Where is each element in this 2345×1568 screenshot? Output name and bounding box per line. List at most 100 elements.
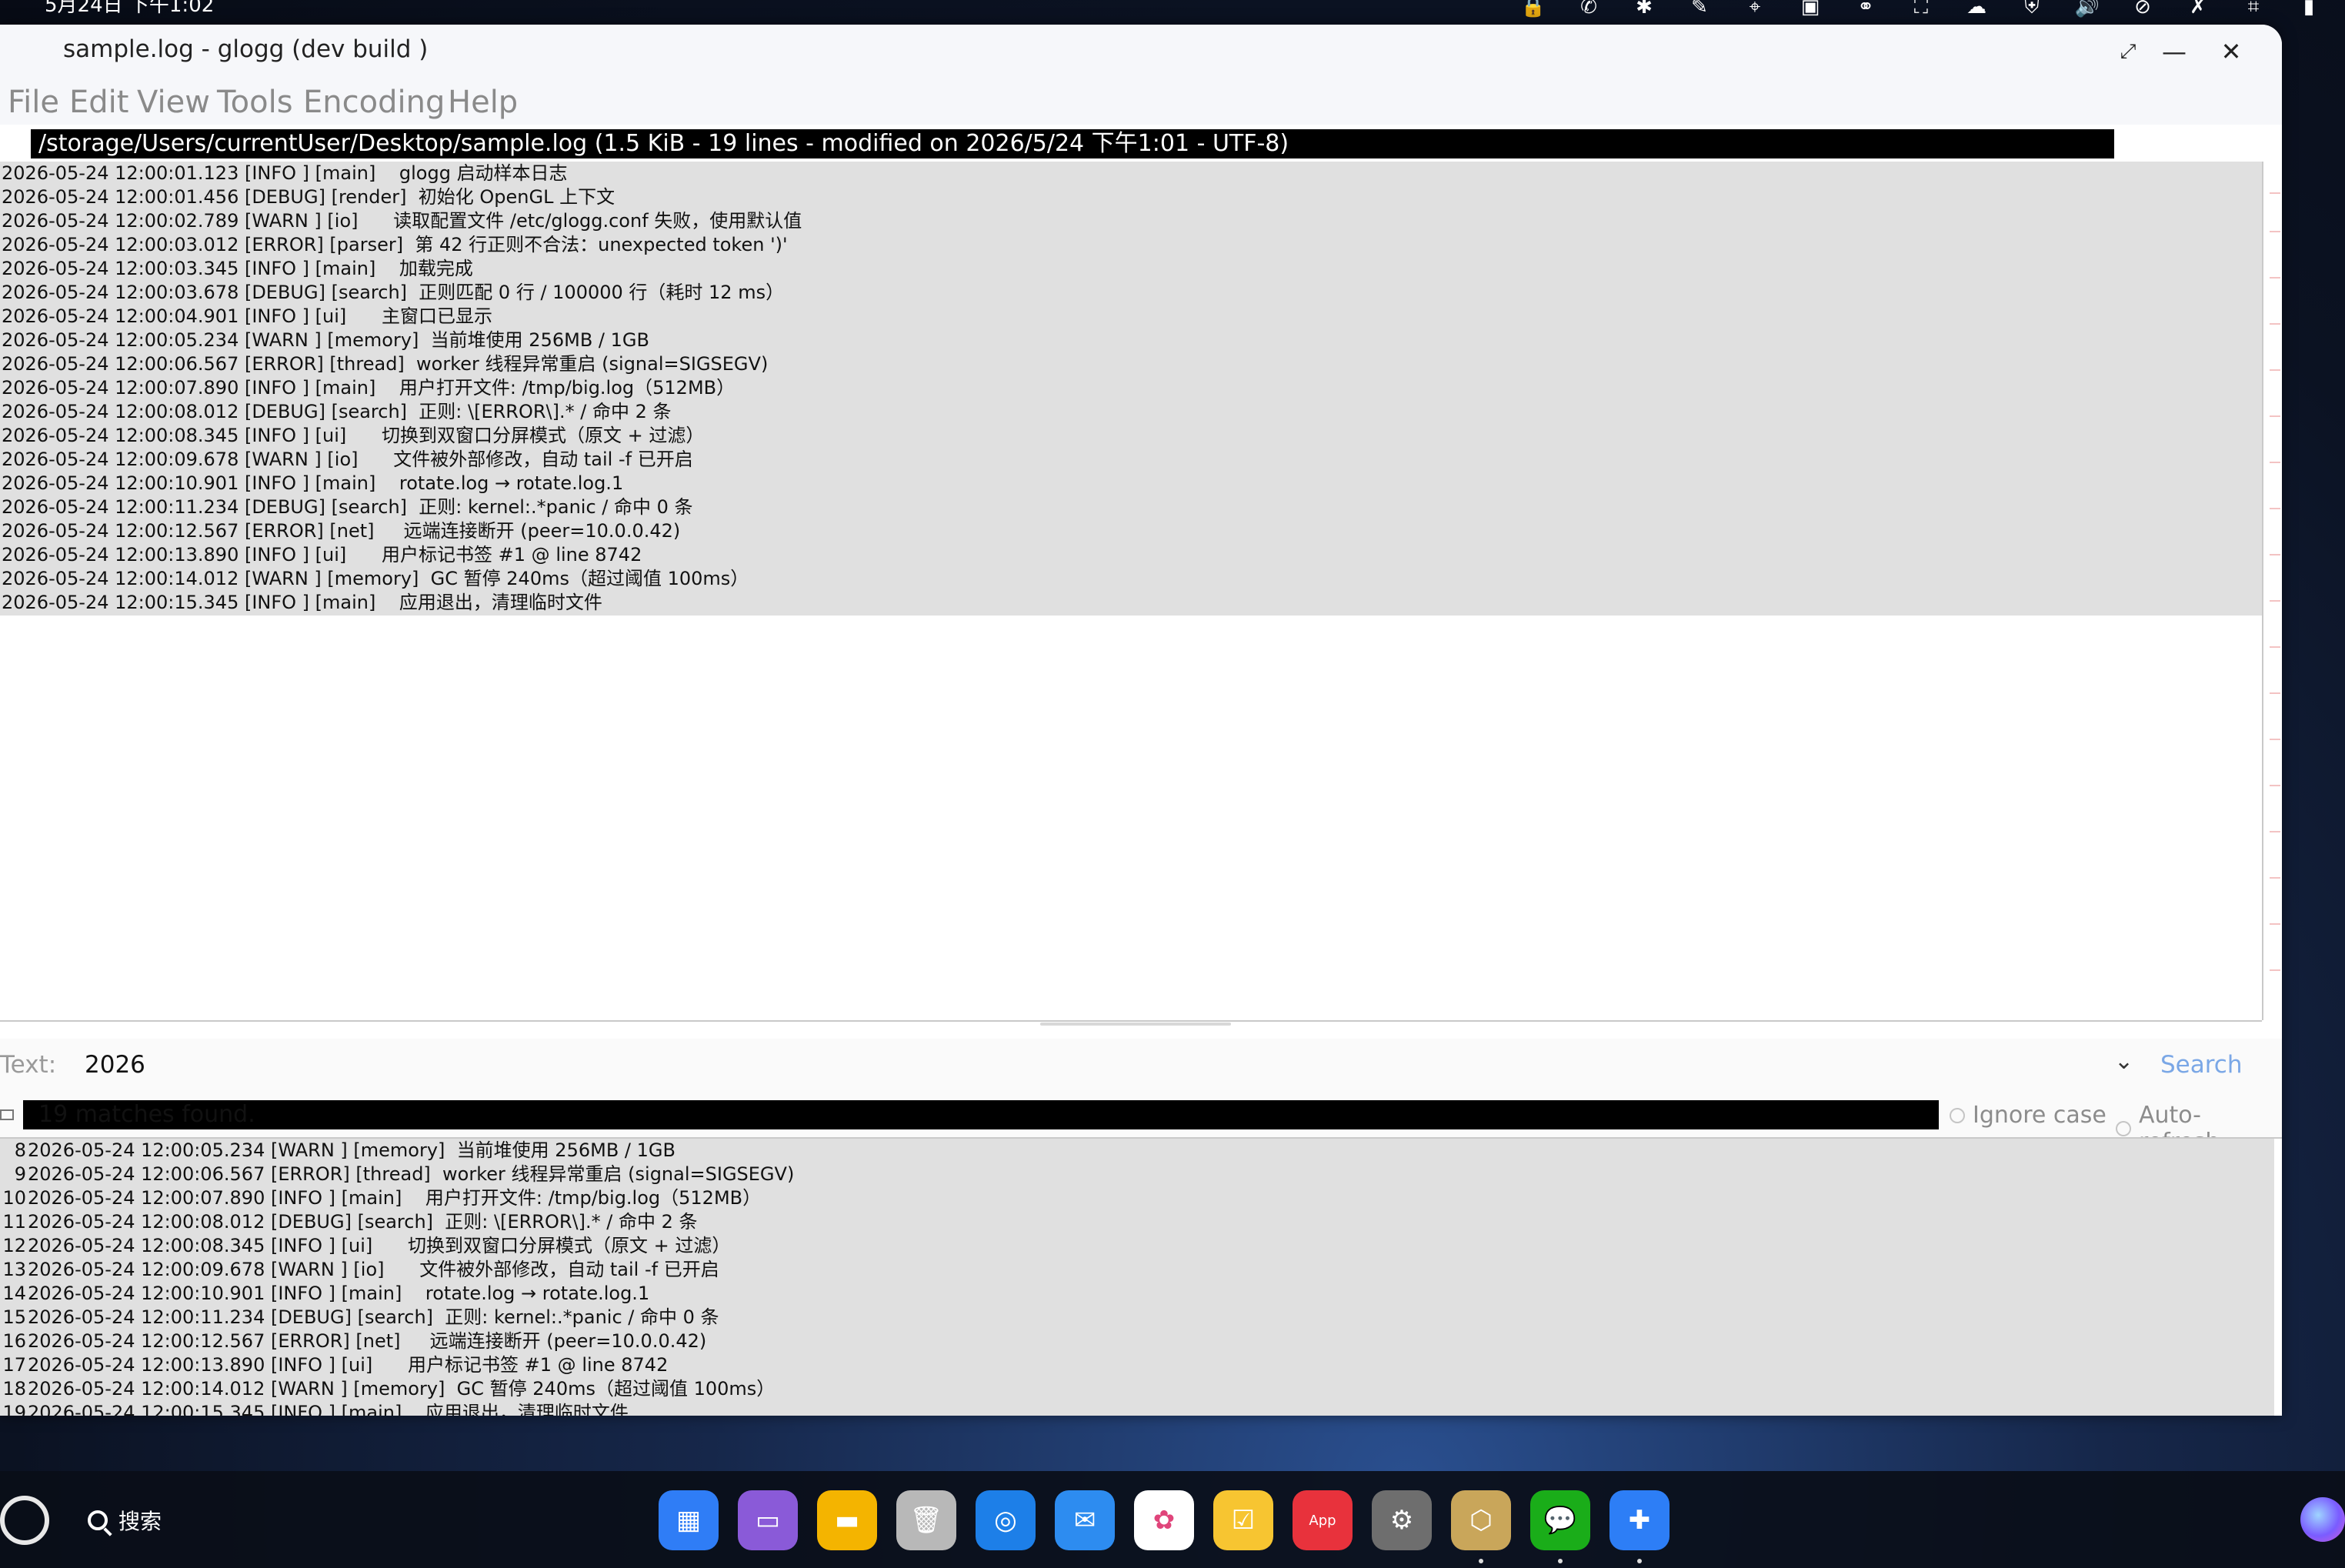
cloud-icon[interactable]: ☁	[1963, 0, 1990, 18]
filtered-line-text: 2026-05-24 12:00:08.345 [INFO ] [ui] 切换到…	[28, 1235, 731, 1256]
search-button[interactable]: Search	[2160, 1051, 2243, 1079]
match-marker	[2270, 369, 2280, 371]
search-label: Text:	[0, 1051, 57, 1079]
filtered-view[interactable]: 8 2026-05-24 12:00:05.234 [WARN ] [memory…	[0, 1137, 2282, 1416]
filtered-line-text: 2026-05-24 12:00:15.345 [INFO ] [main] 应…	[28, 1402, 629, 1416]
menu-tools[interactable]: Tools	[217, 85, 293, 120]
menu-edit[interactable]: Edit	[69, 85, 128, 120]
line-number: 19	[2, 1402, 26, 1416]
filtered-line-text: 2026-05-24 12:00:06.567 [ERROR] [thread]…	[28, 1163, 795, 1185]
start-button[interactable]	[0, 1496, 49, 1545]
match-marker	[2270, 192, 2280, 194]
panel-splitter-handle[interactable]	[1040, 1023, 1231, 1026]
browser-icon[interactable]: ◎	[976, 1490, 1036, 1550]
status-datetime: 5月24日 下午1:02	[45, 0, 215, 17]
phone-icon[interactable]: ✆	[1576, 0, 1602, 18]
ignore-case-option[interactable]: Ignore case	[1950, 1102, 2106, 1129]
filter-toggle-icon[interactable]	[0, 1109, 14, 1120]
menu-help[interactable]: Help	[448, 85, 518, 120]
close-button[interactable]: ✕	[2208, 34, 2254, 69]
app-gallery-icon[interactable]: App	[1293, 1490, 1353, 1550]
match-marker	[2270, 415, 2280, 417]
log-line: 2026-05-24 12:00:10.901 [INFO ] [main] r…	[2, 472, 624, 494]
match-status: 19 matches found.	[23, 1100, 1939, 1129]
mail-icon[interactable]: ✉	[1055, 1490, 1115, 1550]
filtered-line-text: 2026-05-24 12:00:09.678 [WARN ] [io] 文件被…	[28, 1259, 719, 1280]
no-signal-icon[interactable]: ⊘	[2130, 0, 2156, 18]
line-number: 17	[2, 1354, 26, 1376]
filtered-line: 18 2026-05-24 12:00:14.012 [WARN ] [memor…	[0, 1377, 2274, 1401]
match-marker	[2270, 923, 2280, 925]
menu-bar: File Edit View Tools Encoding Help	[0, 78, 2282, 125]
menu-view[interactable]: View	[137, 85, 210, 120]
filtered-line: 12 2026-05-24 12:00:08.345 [INFO ] [ui] 切…	[0, 1234, 2274, 1258]
filtered-line-text: 2026-05-24 12:00:12.567 [ERROR] [net] 远端…	[28, 1330, 707, 1352]
title-bar: sample.log - glogg (dev build ) ⤢ — ✕	[0, 25, 2282, 78]
folder-icon[interactable]: ▬	[817, 1490, 877, 1550]
extension-icon[interactable]: ✚	[1609, 1490, 1670, 1550]
match-marker	[2270, 600, 2280, 602]
trash-icon[interactable]: 🗑	[896, 1490, 956, 1550]
location-icon[interactable]: ⌖	[1742, 0, 1768, 18]
log-line: 2026-05-24 12:00:07.890 [INFO ] [main] 用…	[2, 377, 736, 399]
log-line: 2026-05-24 12:00:11.234 [DEBUG] [search]…	[2, 496, 693, 518]
search-input[interactable]: 2026	[85, 1051, 145, 1079]
gallery-icon[interactable]: ✿	[1134, 1490, 1194, 1550]
app-launcher-icon[interactable]: ▦	[659, 1490, 719, 1550]
file-info-bar: /storage/Users/currentUser/Desktop/sampl…	[31, 129, 2114, 158]
filtered-line: 17 2026-05-24 12:00:13.890 [INFO ] [ui] 用…	[0, 1353, 2274, 1377]
volume-icon[interactable]: 🔊	[2074, 0, 2100, 18]
line-number: 9	[14, 1163, 26, 1185]
battery-icon[interactable]: ▮	[2296, 0, 2322, 18]
bluetooth-icon[interactable]: ✱	[1631, 0, 1657, 18]
files-icon[interactable]: ▭	[738, 1490, 798, 1550]
filtered-line: 8 2026-05-24 12:00:05.234 [WARN ] [memory…	[0, 1139, 2274, 1163]
match-marker	[2270, 877, 2280, 879]
maximize-button[interactable]: ⤢	[2105, 34, 2151, 69]
filtered-line: 13 2026-05-24 12:00:09.678 [WARN ] [io] 文…	[0, 1258, 2274, 1282]
network-icon[interactable]: ⌗	[2240, 0, 2267, 18]
filtered-line-text: 2026-05-24 12:00:05.234 [WARN ] [memory]…	[28, 1139, 675, 1161]
log-line: 2026-05-24 12:00:09.678 [WARN ] [io] 文件被…	[2, 449, 693, 470]
menu-file[interactable]: File	[8, 85, 59, 120]
minimize-button[interactable]: —	[2151, 34, 2197, 69]
match-marker	[2270, 785, 2280, 786]
log-scrollbar[interactable]	[2262, 162, 2282, 1020]
taskbar-search-label: 搜索	[118, 1509, 162, 1534]
line-number: 15	[2, 1306, 26, 1328]
notes-icon[interactable]: ☑	[1213, 1490, 1273, 1550]
running-indicator	[1479, 1559, 1483, 1563]
edit-icon[interactable]: ✎	[1686, 0, 1713, 18]
match-marker	[2270, 323, 2280, 325]
system-status-bar: 5月24日 下午1:02 🔒 ✆ ✱ ✎ ⌖ ▣ ⚭ ⛶ ☁ ⛨ 🔊 ⊘ ✗ ⌗ ▮	[0, 0, 2345, 25]
auto-refresh-radio[interactable]	[2116, 1121, 2131, 1136]
ignore-case-radio[interactable]	[1950, 1107, 1965, 1123]
filtered-lines: 8 2026-05-24 12:00:05.234 [WARN ] [memory…	[0, 1139, 2274, 1416]
menu-encoding[interactable]: Encoding	[303, 85, 445, 120]
log-line: 2026-05-24 12:00:13.890 [INFO ] [ui] 用户标…	[2, 544, 642, 565]
match-marker	[2270, 739, 2280, 740]
line-number: 10	[2, 1187, 26, 1209]
match-marker	[2270, 969, 2280, 971]
line-number: 11	[2, 1211, 26, 1233]
camera-icon[interactable]: ▣	[1797, 0, 1823, 18]
settings-icon[interactable]: ⚙	[1372, 1490, 1432, 1550]
shield-icon[interactable]: ⛨	[2019, 0, 2045, 18]
lock-icon[interactable]: 🔒	[1520, 0, 1546, 18]
share-icon[interactable]: ⚭	[1853, 0, 1879, 18]
filtered-line: 9 2026-05-24 12:00:06.567 [ERROR] [thread…	[0, 1163, 2274, 1186]
wechat-icon[interactable]: 💬	[1530, 1490, 1590, 1550]
chevron-down-icon[interactable]: ⌄	[2114, 1048, 2133, 1075]
log-line: 2026-05-24 12:00:08.012 [DEBUG] [search]…	[2, 401, 672, 422]
log-line: 2026-05-24 12:00:04.901 [INFO ] [ui] 主窗口…	[2, 305, 493, 327]
filtered-line-text: 2026-05-24 12:00:14.012 [WARN ] [memory]…	[28, 1378, 776, 1400]
line-number: 8	[14, 1139, 26, 1161]
log-line: 2026-05-24 12:00:03.012 [ERROR] [parser]…	[2, 234, 788, 255]
main-log-view[interactable]: 2026-05-24 12:00:01.123 [INFO ] [main] g…	[0, 162, 2262, 1022]
line-number: 13	[2, 1259, 26, 1280]
no-bluetooth-icon[interactable]: ✗	[2185, 0, 2211, 18]
assistant-icon[interactable]	[2300, 1497, 2345, 1542]
screenshot-icon[interactable]: ⛶	[1908, 0, 1934, 18]
taskbar-search[interactable]: 搜索	[88, 1505, 162, 1536]
security-icon[interactable]: ⬡	[1451, 1490, 1511, 1550]
